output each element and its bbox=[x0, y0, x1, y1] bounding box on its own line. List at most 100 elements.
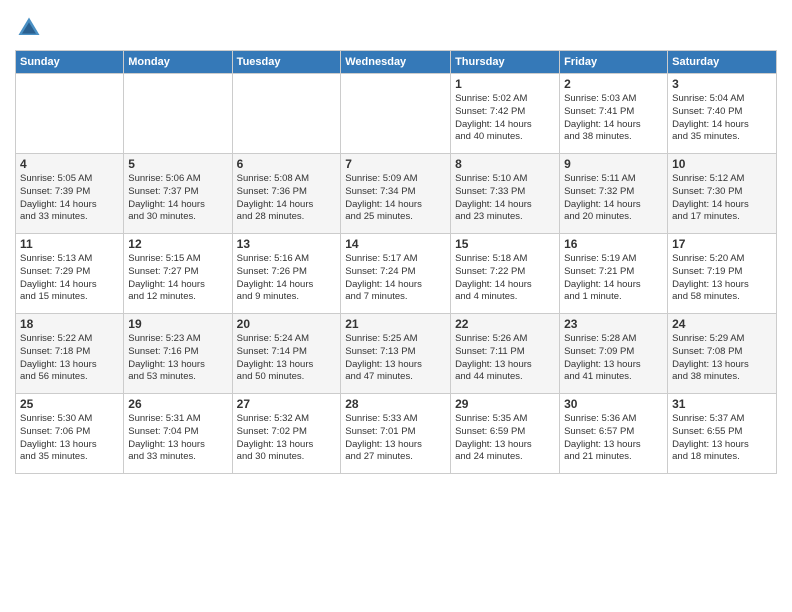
calendar-cell bbox=[232, 74, 341, 154]
day-number: 24 bbox=[672, 317, 772, 331]
day-info: Sunrise: 5:26 AM Sunset: 7:11 PM Dayligh… bbox=[455, 333, 555, 384]
day-info: Sunrise: 5:08 AM Sunset: 7:36 PM Dayligh… bbox=[237, 173, 337, 224]
calendar-cell: 13 Sunrise: 5:16 AM Sunset: 7:26 PM Dayli… bbox=[232, 234, 341, 314]
calendar-cell bbox=[124, 74, 232, 154]
calendar-cell bbox=[341, 74, 451, 154]
day-info: Sunrise: 5:24 AM Sunset: 7:14 PM Dayligh… bbox=[237, 333, 337, 384]
day-number: 23 bbox=[564, 317, 663, 331]
calendar-cell: 24 Sunrise: 5:29 AM Sunset: 7:08 PM Dayli… bbox=[668, 314, 777, 394]
calendar-cell: 8 Sunrise: 5:10 AM Sunset: 7:33 PM Daylig… bbox=[451, 154, 560, 234]
day-info: Sunrise: 5:15 AM Sunset: 7:27 PM Dayligh… bbox=[128, 253, 227, 304]
day-info: Sunrise: 5:28 AM Sunset: 7:09 PM Dayligh… bbox=[564, 333, 663, 384]
day-number: 21 bbox=[345, 317, 446, 331]
calendar-cell: 3 Sunrise: 5:04 AM Sunset: 7:40 PM Daylig… bbox=[668, 74, 777, 154]
day-number: 27 bbox=[237, 397, 337, 411]
day-number: 14 bbox=[345, 237, 446, 251]
calendar-cell: 2 Sunrise: 5:03 AM Sunset: 7:41 PM Daylig… bbox=[560, 74, 668, 154]
day-info: Sunrise: 5:10 AM Sunset: 7:33 PM Dayligh… bbox=[455, 173, 555, 224]
logo-icon bbox=[15, 14, 43, 42]
page-header bbox=[15, 10, 777, 42]
calendar-cell: 15Sunrise: 5:18 AM Sunset: 7:22 PM Dayli… bbox=[451, 234, 560, 314]
calendar-cell: 30 Sunrise: 5:36 AM Sunset: 6:57 PM Dayli… bbox=[560, 394, 668, 474]
calendar-cell: 28 Sunrise: 5:33 AM Sunset: 7:01 PM Dayli… bbox=[341, 394, 451, 474]
day-info: Sunrise: 5:32 AM Sunset: 7:02 PM Dayligh… bbox=[237, 413, 337, 464]
day-info: Sunrise: 5:23 AM Sunset: 7:16 PM Dayligh… bbox=[128, 333, 227, 384]
day-number: 28 bbox=[345, 397, 446, 411]
calendar-cell: 27 Sunrise: 5:32 AM Sunset: 7:02 PM Dayli… bbox=[232, 394, 341, 474]
day-number: 18 bbox=[20, 317, 119, 331]
day-number: 6 bbox=[237, 157, 337, 171]
day-number: 12 bbox=[128, 237, 227, 251]
day-number: 8 bbox=[455, 157, 555, 171]
calendar-cell: 10 Sunrise: 5:12 AM Sunset: 7:30 PM Dayli… bbox=[668, 154, 777, 234]
day-info: Sunrise: 5:31 AM Sunset: 7:04 PM Dayligh… bbox=[128, 413, 227, 464]
day-number: 3 bbox=[672, 77, 772, 91]
day-info: Sunrise: 5:33 AM Sunset: 7:01 PM Dayligh… bbox=[345, 413, 446, 464]
weekday-header: Sunday bbox=[16, 51, 124, 74]
calendar-cell: 17 Sunrise: 5:20 AM Sunset: 7:19 PM Dayli… bbox=[668, 234, 777, 314]
calendar-cell: 9 Sunrise: 5:11 AM Sunset: 7:32 PM Daylig… bbox=[560, 154, 668, 234]
calendar-cell: 26 Sunrise: 5:31 AM Sunset: 7:04 PM Dayli… bbox=[124, 394, 232, 474]
day-info: Sunrise: 5:29 AM Sunset: 7:08 PM Dayligh… bbox=[672, 333, 772, 384]
calendar-cell: 16Sunrise: 5:19 AM Sunset: 7:21 PM Dayli… bbox=[560, 234, 668, 314]
day-number: 26 bbox=[128, 397, 227, 411]
day-number: 17 bbox=[672, 237, 772, 251]
day-number: 20 bbox=[237, 317, 337, 331]
day-number: 10 bbox=[672, 157, 772, 171]
day-info: Sunrise: 5:06 AM Sunset: 7:37 PM Dayligh… bbox=[128, 173, 227, 224]
calendar-cell: 6 Sunrise: 5:08 AM Sunset: 7:36 PM Daylig… bbox=[232, 154, 341, 234]
day-number: 22 bbox=[455, 317, 555, 331]
calendar-week-row: 11Sunrise: 5:13 AM Sunset: 7:29 PM Dayli… bbox=[16, 234, 777, 314]
day-info: Sunrise: 5:02 AM Sunset: 7:42 PM Dayligh… bbox=[455, 93, 555, 144]
day-info: Sunrise: 5:11 AM Sunset: 7:32 PM Dayligh… bbox=[564, 173, 663, 224]
day-info: Sunrise: 5:19 AM Sunset: 7:21 PM Dayligh… bbox=[564, 253, 663, 304]
weekday-header-row: SundayMondayTuesdayWednesdayThursdayFrid… bbox=[16, 51, 777, 74]
day-number: 4 bbox=[20, 157, 119, 171]
day-number: 19 bbox=[128, 317, 227, 331]
day-number: 31 bbox=[672, 397, 772, 411]
day-info: Sunrise: 5:16 AM Sunset: 7:26 PM Dayligh… bbox=[237, 253, 337, 304]
calendar-cell: 31 Sunrise: 5:37 AM Sunset: 6:55 PM Dayli… bbox=[668, 394, 777, 474]
weekday-header: Thursday bbox=[451, 51, 560, 74]
day-number: 2 bbox=[564, 77, 663, 91]
day-number: 30 bbox=[564, 397, 663, 411]
day-number: 11 bbox=[20, 237, 119, 251]
calendar-week-row: 18 Sunrise: 5:22 AM Sunset: 7:18 PM Dayli… bbox=[16, 314, 777, 394]
day-number: 29 bbox=[455, 397, 555, 411]
day-info: Sunrise: 5:05 AM Sunset: 7:39 PM Dayligh… bbox=[20, 173, 119, 224]
calendar-cell: 4 Sunrise: 5:05 AM Sunset: 7:39 PM Daylig… bbox=[16, 154, 124, 234]
calendar-cell: 11Sunrise: 5:13 AM Sunset: 7:29 PM Dayli… bbox=[16, 234, 124, 314]
day-info: Sunrise: 5:25 AM Sunset: 7:13 PM Dayligh… bbox=[345, 333, 446, 384]
calendar-cell: 23 Sunrise: 5:28 AM Sunset: 7:09 PM Dayli… bbox=[560, 314, 668, 394]
calendar-cell: 21 Sunrise: 5:25 AM Sunset: 7:13 PM Dayli… bbox=[341, 314, 451, 394]
day-info: Sunrise: 5:12 AM Sunset: 7:30 PM Dayligh… bbox=[672, 173, 772, 224]
day-info: Sunrise: 5:17 AM Sunset: 7:24 PM Dayligh… bbox=[345, 253, 446, 304]
weekday-header: Friday bbox=[560, 51, 668, 74]
weekday-header: Tuesday bbox=[232, 51, 341, 74]
calendar-week-row: 4 Sunrise: 5:05 AM Sunset: 7:39 PM Daylig… bbox=[16, 154, 777, 234]
day-number: 1 bbox=[455, 77, 555, 91]
day-number: 9 bbox=[564, 157, 663, 171]
day-info: Sunrise: 5:04 AM Sunset: 7:40 PM Dayligh… bbox=[672, 93, 772, 144]
calendar-cell: 19 Sunrise: 5:23 AM Sunset: 7:16 PM Dayli… bbox=[124, 314, 232, 394]
day-info: Sunrise: 5:22 AM Sunset: 7:18 PM Dayligh… bbox=[20, 333, 119, 384]
day-info: Sunrise: 5:36 AM Sunset: 6:57 PM Dayligh… bbox=[564, 413, 663, 464]
calendar-cell: 7Sunrise: 5:09 AM Sunset: 7:34 PM Daylig… bbox=[341, 154, 451, 234]
day-info: Sunrise: 5:18 AM Sunset: 7:22 PM Dayligh… bbox=[455, 253, 555, 304]
calendar-table: SundayMondayTuesdayWednesdayThursdayFrid… bbox=[15, 50, 777, 474]
calendar-cell: 25Sunrise: 5:30 AM Sunset: 7:06 PM Dayli… bbox=[16, 394, 124, 474]
calendar-cell: 18 Sunrise: 5:22 AM Sunset: 7:18 PM Dayli… bbox=[16, 314, 124, 394]
calendar-cell: 20 Sunrise: 5:24 AM Sunset: 7:14 PM Dayli… bbox=[232, 314, 341, 394]
calendar-cell: 14 Sunrise: 5:17 AM Sunset: 7:24 PM Dayli… bbox=[341, 234, 451, 314]
weekday-header: Saturday bbox=[668, 51, 777, 74]
day-info: Sunrise: 5:37 AM Sunset: 6:55 PM Dayligh… bbox=[672, 413, 772, 464]
day-number: 13 bbox=[237, 237, 337, 251]
calendar-week-row: 1 Sunrise: 5:02 AM Sunset: 7:42 PM Daylig… bbox=[16, 74, 777, 154]
calendar-cell: 1 Sunrise: 5:02 AM Sunset: 7:42 PM Daylig… bbox=[451, 74, 560, 154]
day-info: Sunrise: 5:20 AM Sunset: 7:19 PM Dayligh… bbox=[672, 253, 772, 304]
day-info: Sunrise: 5:09 AM Sunset: 7:34 PM Dayligh… bbox=[345, 173, 446, 224]
calendar-cell bbox=[16, 74, 124, 154]
day-number: 25 bbox=[20, 397, 119, 411]
calendar-cell: 29Sunrise: 5:35 AM Sunset: 6:59 PM Dayli… bbox=[451, 394, 560, 474]
day-info: Sunrise: 5:03 AM Sunset: 7:41 PM Dayligh… bbox=[564, 93, 663, 144]
